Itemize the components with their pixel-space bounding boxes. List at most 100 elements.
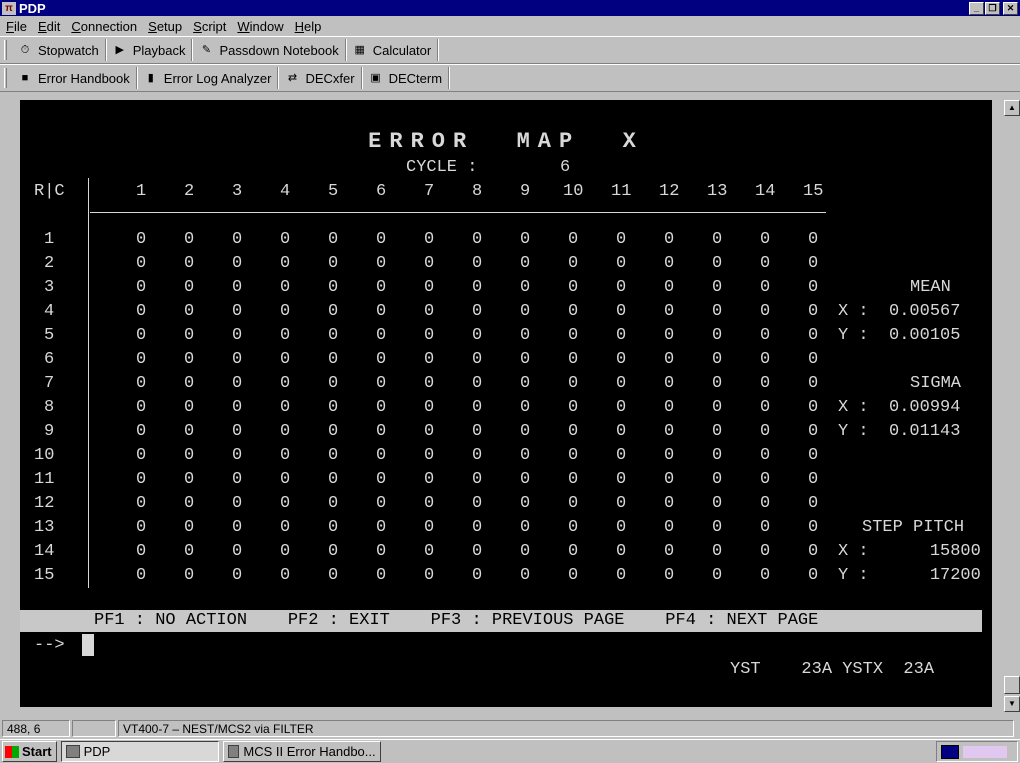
error-map-cell: 0: [712, 230, 723, 249]
error-map-cell: 0: [280, 566, 291, 585]
passdown-notebook-button[interactable]: ✎ Passdown Notebook: [194, 39, 346, 61]
text-cursor[interactable]: [82, 634, 94, 656]
error-map-cell: 0: [328, 302, 339, 321]
taskbar-item-label: MCS II Error Handbo...: [243, 744, 376, 759]
scroll-down-arrow-icon[interactable]: ▼: [1004, 696, 1020, 712]
error-map-cell: 0: [136, 302, 147, 321]
error-map-cell: 0: [232, 278, 243, 297]
error-map-cell: 0: [328, 398, 339, 417]
menu-script[interactable]: Script: [189, 19, 233, 34]
error-map-cell: 0: [520, 326, 531, 345]
error-map-cell: 0: [808, 398, 819, 417]
restore-button[interactable]: ❐: [985, 1, 1000, 15]
row-header: 4: [44, 302, 55, 321]
menu-bar: File Edit Connection Setup Script Window Help: [0, 16, 1020, 36]
start-button[interactable]: Start: [2, 741, 57, 762]
pdp-app-icon[interactable]: π: [2, 1, 16, 15]
error-map-cell: 0: [328, 470, 339, 489]
error-map-cell: 0: [760, 302, 771, 321]
calculator-icon: ▦: [354, 44, 365, 56]
column-header: 4: [280, 182, 291, 201]
error-map-cell: 0: [184, 350, 195, 369]
error-map-cell: 0: [280, 302, 291, 321]
menu-window[interactable]: Window: [233, 19, 290, 34]
error-map-cell: 0: [376, 230, 387, 249]
scroll-up-arrow-icon[interactable]: ▲: [1004, 100, 1020, 116]
error-map-cell: 0: [136, 278, 147, 297]
error-map-cell: 0: [472, 230, 483, 249]
error-map-cell: 0: [568, 422, 579, 441]
tray-clock-area[interactable]: [963, 745, 1007, 758]
error-map-cell: 0: [136, 350, 147, 369]
row-header: 10: [34, 446, 55, 465]
close-button[interactable]: ✕: [1003, 1, 1018, 15]
error-map-cell: 0: [232, 470, 243, 489]
error-map-cell: 0: [760, 398, 771, 417]
calculator-button[interactable]: ▦ Calculator: [348, 39, 439, 61]
terminal-footer-status: YST 23A YSTX 23A: [730, 660, 935, 679]
error-map-cell: 0: [424, 542, 435, 561]
error-map-cell: 0: [616, 350, 627, 369]
menu-setup[interactable]: Setup: [144, 19, 189, 34]
error-map-cell: 0: [760, 542, 771, 561]
error-map-cell: 0: [664, 398, 675, 417]
error-map-cell: 0: [136, 326, 147, 345]
error-map-cell: 0: [520, 230, 531, 249]
decxfer-button[interactable]: ⇄ DECxfer: [280, 67, 362, 89]
error-map-cell: 0: [664, 230, 675, 249]
error-map-cell: 0: [808, 254, 819, 273]
row-header: 14: [34, 542, 55, 561]
error-map-cell: 0: [376, 350, 387, 369]
row-header: 11: [34, 470, 55, 489]
toolbar-secondary: ■ Error Handbook ▮ Error Log Analyzer ⇄ DECxf…: [0, 64, 1020, 92]
error-map-cell: 0: [376, 302, 387, 321]
row-header: 6: [44, 350, 55, 369]
error-map-cell: 0: [232, 494, 243, 513]
error-map-cell: 0: [280, 494, 291, 513]
decterm-button[interactable]: ▣ DECterm: [364, 67, 450, 89]
taskbar-item-pdp[interactable]: PDP: [60, 741, 219, 762]
error-map-cell: 0: [616, 470, 627, 489]
taskbar-item-error-handbook[interactable]: MCS II Error Handbo...: [222, 741, 381, 762]
step-pitch-x: X : 15800: [838, 542, 981, 561]
error-map-cell: 0: [664, 350, 675, 369]
toolbar-grip[interactable]: [4, 68, 7, 88]
error-map-cell: 0: [760, 470, 771, 489]
grid-vertical-divider: [88, 178, 89, 588]
playback-button[interactable]: ▶ Playback: [108, 39, 193, 61]
sigma-label: SIGMA: [910, 374, 962, 393]
row-header: 8: [44, 398, 55, 417]
error-map-cell: 0: [232, 566, 243, 585]
error-map-cell: 0: [664, 470, 675, 489]
network-monitor-icon[interactable]: [941, 744, 959, 759]
vertical-scrollbar[interactable]: ▲ ▼: [1004, 100, 1020, 712]
menu-file[interactable]: File: [2, 19, 34, 34]
column-header: 13: [707, 182, 728, 201]
toolbar-grip[interactable]: [4, 40, 7, 60]
terminal-screen[interactable]: ERROR MAP X CYCLE : 6 R|C MEAN X : 0.005…: [20, 100, 992, 707]
error-map-cell: 0: [376, 254, 387, 273]
sigma-x: X : 0.00994: [838, 398, 961, 417]
row-header: 2: [44, 254, 55, 273]
menu-connection[interactable]: Connection: [67, 19, 144, 34]
error-map-cell: 0: [136, 470, 147, 489]
error-map-cell: 0: [760, 254, 771, 273]
error-map-cell: 0: [472, 446, 483, 465]
minimize-button[interactable]: _: [969, 1, 984, 15]
error-map-cell: 0: [568, 278, 579, 297]
menu-help[interactable]: Help: [291, 19, 329, 34]
error-map-cell: 0: [712, 374, 723, 393]
bar-chart-icon: ▮: [147, 72, 154, 84]
row-header: 5: [44, 326, 55, 345]
error-map-cell: 0: [424, 326, 435, 345]
error-map-cell: 0: [568, 470, 579, 489]
mean-label: MEAN: [910, 278, 951, 297]
error-log-analyzer-button[interactable]: ▮ Error Log Analyzer: [139, 67, 279, 89]
error-map-cell: 0: [520, 350, 531, 369]
stopwatch-button[interactable]: ⏱ Stopwatch: [13, 39, 106, 61]
error-handbook-button[interactable]: ■ Error Handbook: [13, 67, 137, 89]
scrollbar-thumb[interactable]: [1004, 676, 1020, 694]
error-map-cell: 0: [616, 422, 627, 441]
menu-edit[interactable]: Edit: [34, 19, 67, 34]
error-map-cell: 0: [424, 494, 435, 513]
